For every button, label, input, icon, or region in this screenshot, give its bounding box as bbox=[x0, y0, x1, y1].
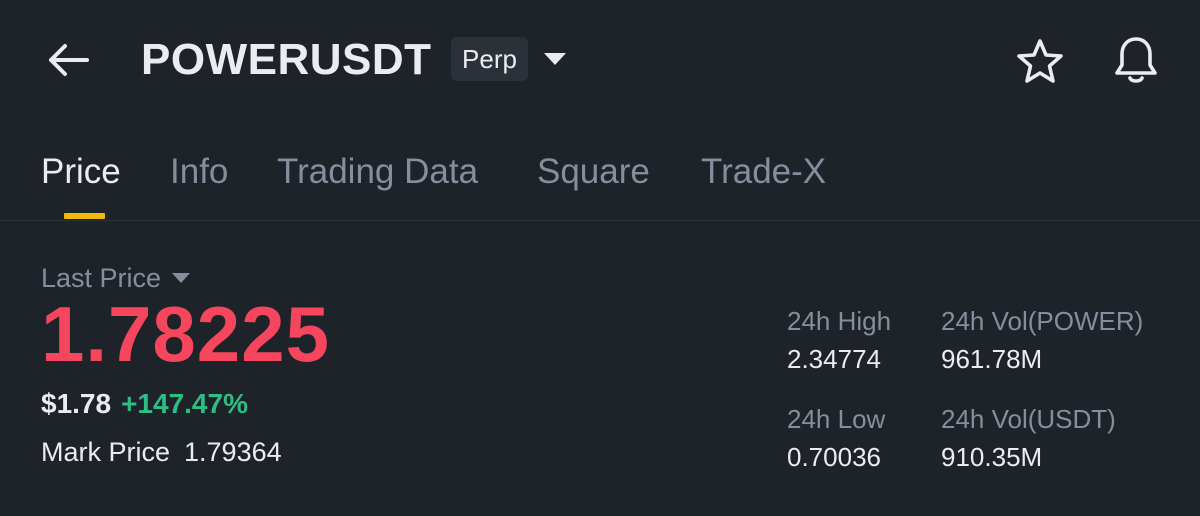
vol-base-24h-label: 24h Vol(POWER) bbox=[941, 306, 1144, 336]
back-button[interactable] bbox=[36, 30, 100, 90]
high-24h-label: 24h High bbox=[787, 306, 892, 336]
last-price-value: 1.78225 bbox=[41, 290, 330, 378]
mark-price-value: 1.79364 bbox=[184, 437, 282, 467]
tab-square[interactable]: Square bbox=[537, 150, 650, 194]
high-24h-value: 2.34774 bbox=[787, 344, 881, 374]
mark-price-row: Mark Price 1.79364 bbox=[41, 435, 282, 469]
low-24h-value: 0.70036 bbox=[787, 442, 881, 472]
bell-icon bbox=[1115, 37, 1157, 83]
vol-base-24h-value: 961.78M bbox=[941, 344, 1043, 374]
arrow-left-icon bbox=[49, 44, 89, 76]
symbol-title[interactable]: POWERUSDT bbox=[141, 34, 432, 86]
price-change-percent: +147.47% bbox=[121, 388, 248, 419]
caret-down-icon bbox=[172, 273, 191, 283]
vol-quote-24h-value: 910.35M bbox=[941, 442, 1043, 472]
tab-info[interactable]: Info bbox=[170, 150, 228, 194]
tab-divider bbox=[0, 220, 1200, 221]
vol-quote-24h-label: 24h Vol(USDT) bbox=[941, 404, 1116, 434]
star-icon bbox=[1017, 39, 1063, 83]
contract-type-badge: Perp bbox=[451, 37, 528, 81]
low-24h-label: 24h Low bbox=[787, 404, 886, 434]
active-tab-indicator bbox=[64, 213, 105, 219]
usd-price-row: $1.78 +147.47% bbox=[41, 386, 248, 422]
usd-price-value: $1.78 bbox=[41, 388, 112, 419]
caret-down-icon bbox=[544, 53, 566, 65]
price-alert-button[interactable] bbox=[1108, 32, 1164, 88]
symbol-dropdown-button[interactable] bbox=[540, 42, 570, 76]
mark-price-label: Mark Price bbox=[41, 437, 171, 467]
tab-price[interactable]: Price bbox=[41, 150, 121, 194]
tab-trading-data[interactable]: Trading Data bbox=[277, 150, 478, 194]
favorite-button[interactable] bbox=[1012, 34, 1068, 88]
tab-trade-x[interactable]: Trade-X bbox=[701, 150, 826, 194]
